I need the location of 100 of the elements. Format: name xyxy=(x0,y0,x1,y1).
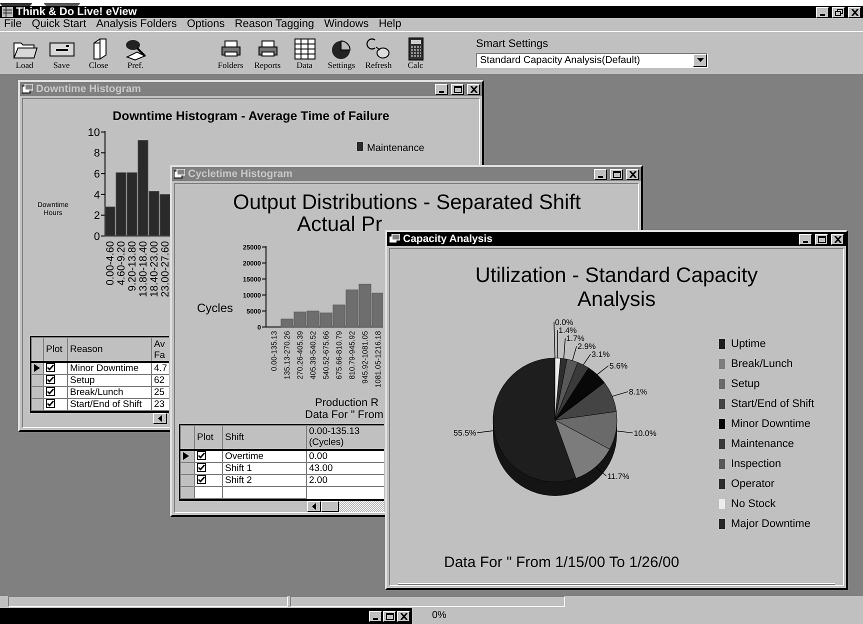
close-icon xyxy=(834,236,842,242)
checkbox[interactable] xyxy=(46,399,55,408)
legend-label: Inspection xyxy=(731,458,782,470)
toolbar-button[interactable]: Close xyxy=(82,36,115,70)
data-label: 8.1% xyxy=(628,388,648,397)
checkbox[interactable] xyxy=(46,375,55,384)
column-header[interactable]: Plot xyxy=(194,426,222,450)
table-cell: Shift 1 xyxy=(222,462,306,474)
scrollbar[interactable] xyxy=(179,500,384,512)
data-label: 3.1% xyxy=(592,350,610,360)
window-icon xyxy=(174,169,185,179)
window-title: Downtime Histogram xyxy=(36,82,142,96)
table-cell: Break/Lunch xyxy=(68,386,152,398)
minimize-button[interactable] xyxy=(435,84,448,94)
scroll-left-button[interactable] xyxy=(153,412,167,424)
close-button[interactable] xyxy=(626,168,639,180)
close-button[interactable] xyxy=(848,6,861,18)
toolbar-button[interactable]: Folders xyxy=(214,36,247,70)
restore-icon xyxy=(834,8,842,16)
checkbox[interactable] xyxy=(197,463,206,472)
menu-item[interactable]: Help xyxy=(378,18,402,31)
minimized-window-bar[interactable] xyxy=(0,608,412,624)
maximize-button[interactable] xyxy=(610,168,623,180)
table-cell: Overtime xyxy=(222,450,306,462)
toolbar-button[interactable]: Refresh xyxy=(362,36,395,70)
close-button[interactable] xyxy=(397,610,410,622)
scroll-thumb[interactable] xyxy=(321,500,339,512)
menu-item[interactable]: Options xyxy=(186,18,225,31)
data-label: 11.7% xyxy=(607,472,630,481)
field-label: Smart Settings xyxy=(476,38,550,51)
settings-dropdown[interactable]: Standard Capacity Analysis(Default) xyxy=(476,52,708,68)
left-arrow-icon xyxy=(158,414,162,422)
toolbar-button[interactable]: Save xyxy=(45,36,78,70)
table-cell: 43.00 xyxy=(306,462,384,474)
chart-note: Data For " From 1/15/00 To 1/26/00 xyxy=(444,554,680,572)
table-cell: Start/End of Shift xyxy=(68,398,152,410)
menu-item[interactable]: Windows xyxy=(324,18,369,31)
row-pointer-icon xyxy=(34,364,40,372)
data-label: 5.6% xyxy=(609,362,628,371)
leader-line xyxy=(572,346,577,361)
legend-label: Maintenance xyxy=(731,438,794,450)
window-title: Cycletime Histogram xyxy=(188,168,292,180)
dropdown-button[interactable] xyxy=(693,54,707,67)
checkbox[interactable] xyxy=(46,387,55,396)
minimize-button[interactable] xyxy=(816,6,829,18)
scroll-left-button[interactable] xyxy=(307,500,321,512)
axis-tick-label: 10 xyxy=(88,127,100,140)
timeline-track[interactable] xyxy=(398,583,835,585)
axis-category-label: 23.00-27.60 xyxy=(160,241,172,298)
menu-item[interactable]: Quick Start xyxy=(32,18,86,31)
close-button[interactable] xyxy=(467,84,480,94)
data-label: 1.4% xyxy=(558,326,577,336)
leader-line xyxy=(476,430,494,434)
toolbar-button[interactable]: Data xyxy=(288,36,321,70)
column-header[interactable]: 0.00-135.13 (Cycles) xyxy=(306,426,384,450)
maximize-icon xyxy=(612,170,620,178)
legend-label: Operator xyxy=(731,478,774,490)
menu-item[interactable]: Analysis Folders xyxy=(96,18,177,31)
column-header[interactable]: Reason xyxy=(68,338,152,362)
window-icon xyxy=(389,234,400,244)
maximize-button[interactable] xyxy=(815,234,828,244)
toolbar-button[interactable]: Calc xyxy=(399,36,432,70)
close-icon xyxy=(628,170,636,178)
table-cell: Setup xyxy=(68,374,152,386)
column-header[interactable]: Av Fa xyxy=(152,338,169,362)
menu-item[interactable]: File xyxy=(4,18,22,31)
axis-category-label: 4.60-9.20 xyxy=(116,241,128,286)
scrollbar[interactable] xyxy=(30,412,169,424)
restore-button[interactable] xyxy=(832,6,845,18)
chart-title: Output Distributions - Separated Shift xyxy=(233,192,581,214)
toolbar-button[interactable]: Settings xyxy=(325,36,358,70)
axis-tick-label: 0 xyxy=(94,231,100,244)
minimize-button[interactable] xyxy=(799,234,812,244)
data-label: 0.0% xyxy=(555,318,574,328)
checkbox[interactable] xyxy=(197,475,206,484)
maximize-button[interactable] xyxy=(383,610,396,622)
legend-label: Maintenance xyxy=(367,143,424,154)
menu-item[interactable]: Reason Tagging xyxy=(234,18,314,31)
toolbar-button[interactable]: Load xyxy=(8,36,41,70)
close-button[interactable] xyxy=(831,234,844,244)
toolbar-button[interactable]: Pref. xyxy=(119,36,152,70)
close-icon xyxy=(470,86,478,92)
toolbar-button[interactable]: Reports xyxy=(251,36,284,70)
maximize-icon xyxy=(818,236,826,242)
data-label: 2.9% xyxy=(578,342,596,352)
caret-icon xyxy=(696,58,704,62)
axis-tick-label: 8 xyxy=(94,148,100,160)
maximize-icon xyxy=(386,612,394,620)
axis-category-label: 9.20-13.80 xyxy=(126,241,139,292)
minimize-button[interactable] xyxy=(594,168,607,180)
leader-line xyxy=(616,430,634,434)
table-cell: Shift 2 xyxy=(222,474,306,486)
maximize-button[interactable] xyxy=(451,84,464,94)
column-header[interactable]: Shift xyxy=(222,426,306,450)
spreadsheet-icon xyxy=(292,36,318,61)
column-header[interactable]: Plot xyxy=(44,338,68,362)
minimize-button[interactable] xyxy=(369,610,382,622)
leader-line xyxy=(554,322,556,358)
progress-text: 0% xyxy=(432,610,446,622)
window-title-bar[interactable]: Capacity Analysis xyxy=(387,232,846,246)
